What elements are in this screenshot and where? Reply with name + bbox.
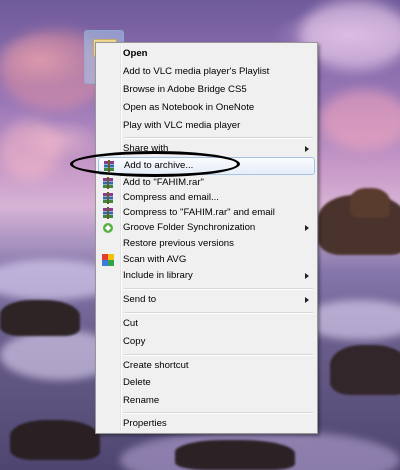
winrar-icon xyxy=(103,207,113,219)
menu-item-delete[interactable]: Delete xyxy=(98,374,315,392)
menu-item-copy[interactable]: Copy xyxy=(98,333,315,351)
menu-item-label: Browse in Adobe Bridge CS5 xyxy=(123,84,247,95)
menu-item-label: Create shortcut xyxy=(123,360,189,371)
menu-item-send-to[interactable]: Send to xyxy=(98,291,315,309)
menu-item-add-to-vlc-playlist[interactable]: Add to VLC media player's Playlist xyxy=(98,63,315,81)
menu-item-play-with-vlc[interactable]: Play with VLC media player xyxy=(98,117,315,135)
menu-item-label: Copy xyxy=(123,336,146,347)
menu-item-label: Play with VLC media player xyxy=(123,120,241,131)
menu-item-label: Restore previous versions xyxy=(123,238,234,249)
menu-item-open-as-notebook[interactable]: Open as Notebook in OneNote xyxy=(98,99,315,117)
menu-separator xyxy=(124,312,313,314)
menu-item-create-shortcut[interactable]: Create shortcut xyxy=(98,357,315,375)
menu-item-label: Include in library xyxy=(123,270,193,281)
submenu-arrow-icon xyxy=(305,273,309,279)
menu-separator xyxy=(124,412,313,414)
menu-item-label: Cut xyxy=(123,318,138,329)
menu-item-label: Open as Notebook in OneNote xyxy=(123,102,255,113)
menu-separator xyxy=(124,354,313,356)
menu-item-label: Open xyxy=(123,48,148,59)
context-menu: Open Add to VLC media player's Playlist … xyxy=(95,42,318,434)
groove-icon xyxy=(103,223,113,233)
annotation-ellipse xyxy=(70,151,240,177)
menu-item-label: Send to xyxy=(123,294,157,305)
menu-item-label: Rename xyxy=(123,395,160,406)
winrar-icon xyxy=(103,177,113,189)
submenu-arrow-icon xyxy=(305,146,309,152)
menu-separator xyxy=(124,288,313,290)
menu-item-properties[interactable]: Properties xyxy=(98,415,315,433)
menu-item-label: Delete xyxy=(123,377,151,388)
menu-item-open[interactable]: Open xyxy=(98,45,315,63)
menu-item-cut[interactable]: Cut xyxy=(98,315,315,333)
submenu-arrow-icon xyxy=(305,225,309,231)
menu-item-label: Add to "FAHIM.rar" xyxy=(123,177,204,188)
menu-item-label: Scan with AVG xyxy=(123,254,187,265)
menu-item-label: Groove Folder Synchronization xyxy=(123,222,256,233)
winrar-icon xyxy=(103,192,113,204)
menu-item-label: Properties xyxy=(123,418,167,429)
menu-item-rename[interactable]: Rename xyxy=(98,392,315,410)
menu-item-browse-in-bridge[interactable]: Browse in Adobe Bridge CS5 xyxy=(98,81,315,99)
menu-item-label: Compress and email... xyxy=(123,192,219,203)
menu-item-label: Compress to "FAHIM.rar" and email xyxy=(123,207,275,218)
menu-item-label: Add to VLC media player's Playlist xyxy=(123,66,270,77)
menu-separator xyxy=(124,137,313,139)
menu-item-include-in-library[interactable]: Include in library xyxy=(98,267,315,285)
submenu-arrow-icon xyxy=(305,297,309,303)
avg-icon xyxy=(102,254,114,266)
